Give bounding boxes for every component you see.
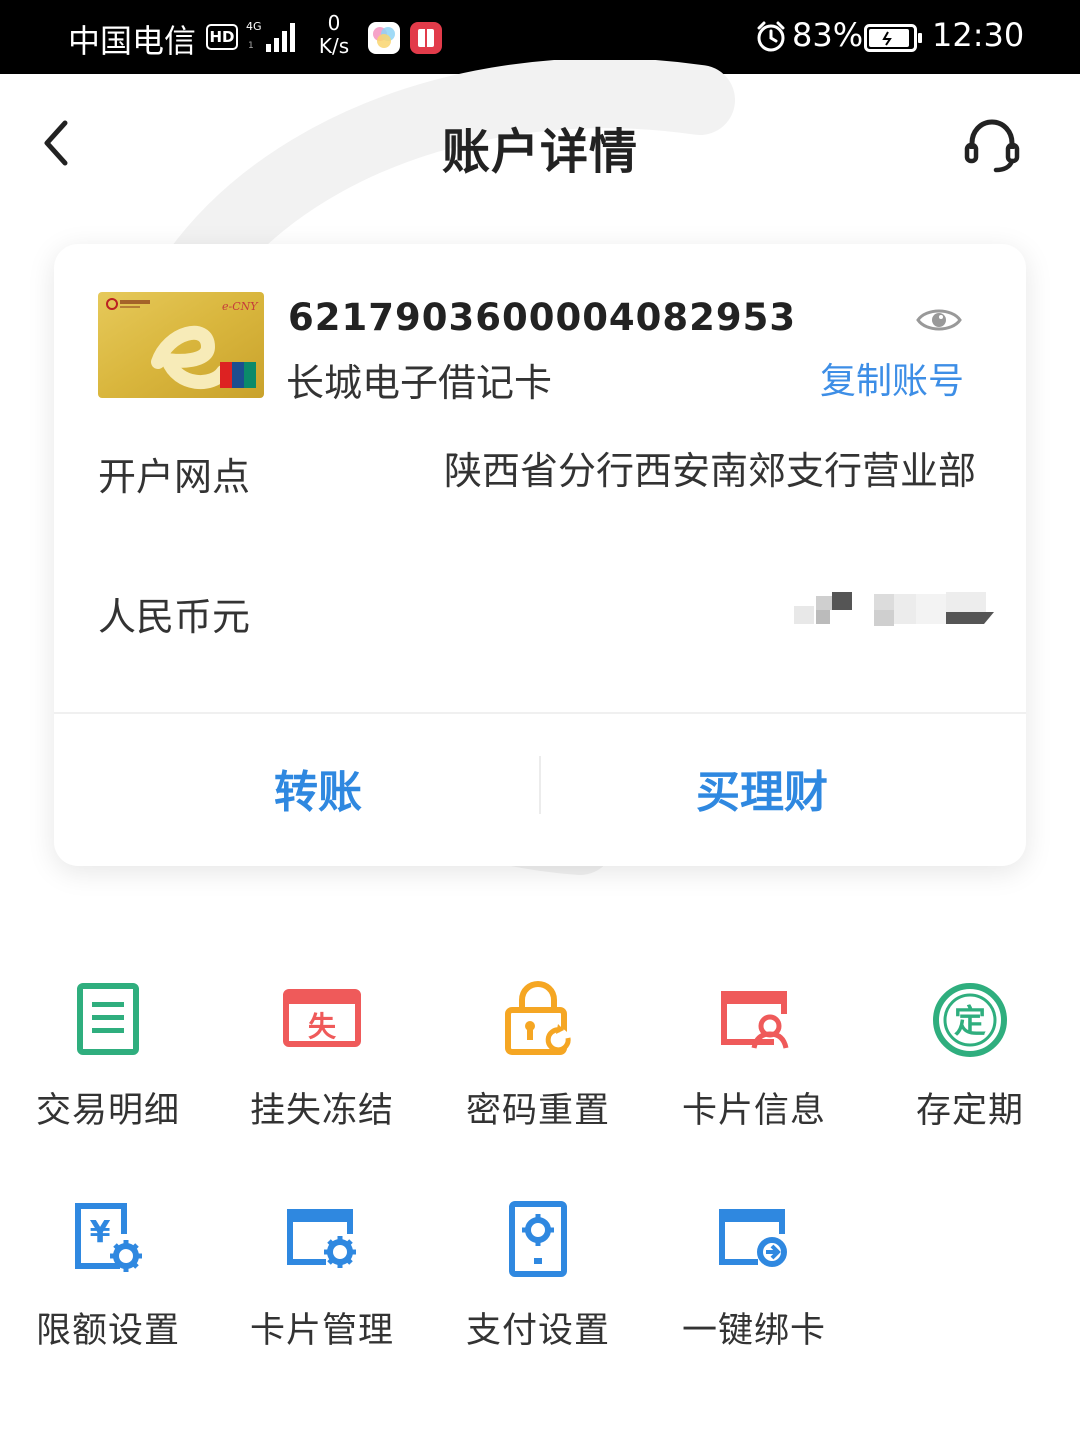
debit-card-image: e-CNY xyxy=(98,292,264,398)
lock-reset-icon xyxy=(498,980,578,1060)
service-label: 挂失冻结 xyxy=(249,1091,394,1131)
service-card-management[interactable]: 卡片管理 xyxy=(214,1200,430,1370)
card-settings-icon xyxy=(282,1200,362,1280)
service-limit-settings[interactable]: ¥ 限额设置 xyxy=(0,1200,216,1370)
toggle-visibility-button[interactable] xyxy=(914,302,964,338)
transfer-button[interactable]: 转账 xyxy=(168,756,468,820)
eye-icon xyxy=(916,309,962,331)
service-bind-card[interactable]: 一键绑卡 xyxy=(646,1200,862,1370)
signal-icon: 4G 1 xyxy=(246,18,302,54)
clock: 12:30 xyxy=(932,16,1025,54)
svg-text:e-CNY: e-CNY xyxy=(222,300,259,313)
payment-settings-icon xyxy=(498,1200,578,1280)
branch-value: 陕西省分行西安南郊支行营业部 xyxy=(443,449,976,493)
service-label: 卡片管理 xyxy=(249,1311,394,1351)
card-type: 长城电子借记卡 xyxy=(286,361,553,405)
app-notification-icon xyxy=(368,22,400,54)
service-label: 交易明细 xyxy=(35,1091,180,1131)
svg-text:¥: ¥ xyxy=(90,1215,111,1250)
service-fixed-deposit[interactable]: 定 存定期 xyxy=(862,980,1078,1150)
page-title: 账户详情 xyxy=(441,124,638,180)
battery-percent: 83% xyxy=(792,16,864,54)
action-divider xyxy=(539,756,541,814)
card-number: 6217903600004082953 xyxy=(288,296,797,339)
svg-text:失: 失 xyxy=(308,1010,337,1043)
card-actions: 转账 买理财 xyxy=(54,716,1026,866)
service-label: 存定期 xyxy=(915,1091,1024,1131)
report-loss-icon: 失 xyxy=(282,980,362,1060)
service-label: 卡片信息 xyxy=(681,1091,826,1131)
masked-balance xyxy=(794,592,994,626)
net-speed: 0 K/s xyxy=(314,12,354,58)
document-list-icon xyxy=(68,980,148,1060)
carrier-name: 中国电信 xyxy=(68,22,197,60)
network-type: 4G xyxy=(246,20,262,33)
service-password-reset[interactable]: 密码重置 xyxy=(430,980,646,1150)
service-label: 支付设置 xyxy=(465,1311,610,1351)
alarm-icon xyxy=(754,20,788,54)
book-notification-icon xyxy=(410,22,442,54)
net-speed-unit: K/s xyxy=(318,34,350,58)
customer-service-button[interactable] xyxy=(956,110,1028,180)
bind-card-icon xyxy=(714,1200,794,1280)
branch-label: 开户网点 xyxy=(98,455,251,499)
limit-settings-icon: ¥ xyxy=(68,1200,148,1280)
service-label: 限额设置 xyxy=(35,1311,180,1351)
fixed-deposit-icon: 定 xyxy=(930,980,1010,1060)
svg-text:定: 定 xyxy=(954,1002,986,1040)
service-card-info[interactable]: 卡片信息 xyxy=(646,980,862,1150)
svg-text:1: 1 xyxy=(248,41,254,51)
status-bar: 中国电信 HD 4G 1 0 K/s 83% 12:30 xyxy=(0,0,1080,74)
currency-label: 人民币元 xyxy=(98,595,251,639)
battery-icon xyxy=(864,24,924,52)
service-payment-settings[interactable]: 支付设置 xyxy=(430,1200,646,1370)
service-label: 一键绑卡 xyxy=(681,1311,826,1351)
card-user-icon xyxy=(714,980,794,1060)
account-card: e-CNY 6217903600004082953 长城电子借记卡 复制账号 开… xyxy=(54,244,1026,866)
nav-bar: 账户详情 xyxy=(0,74,1080,214)
copy-account-button[interactable]: 复制账号 xyxy=(820,352,964,404)
net-speed-value: 0 xyxy=(327,11,341,35)
service-report-loss[interactable]: 失 挂失冻结 xyxy=(214,980,430,1150)
hd-badge: HD xyxy=(206,24,238,50)
headset-icon xyxy=(964,119,1020,173)
service-transaction-details[interactable]: 交易明细 xyxy=(0,980,216,1150)
service-label: 密码重置 xyxy=(465,1091,610,1131)
buy-wealth-button[interactable]: 买理财 xyxy=(612,756,912,820)
account-info: e-CNY 6217903600004082953 长城电子借记卡 复制账号 开… xyxy=(54,244,1026,714)
